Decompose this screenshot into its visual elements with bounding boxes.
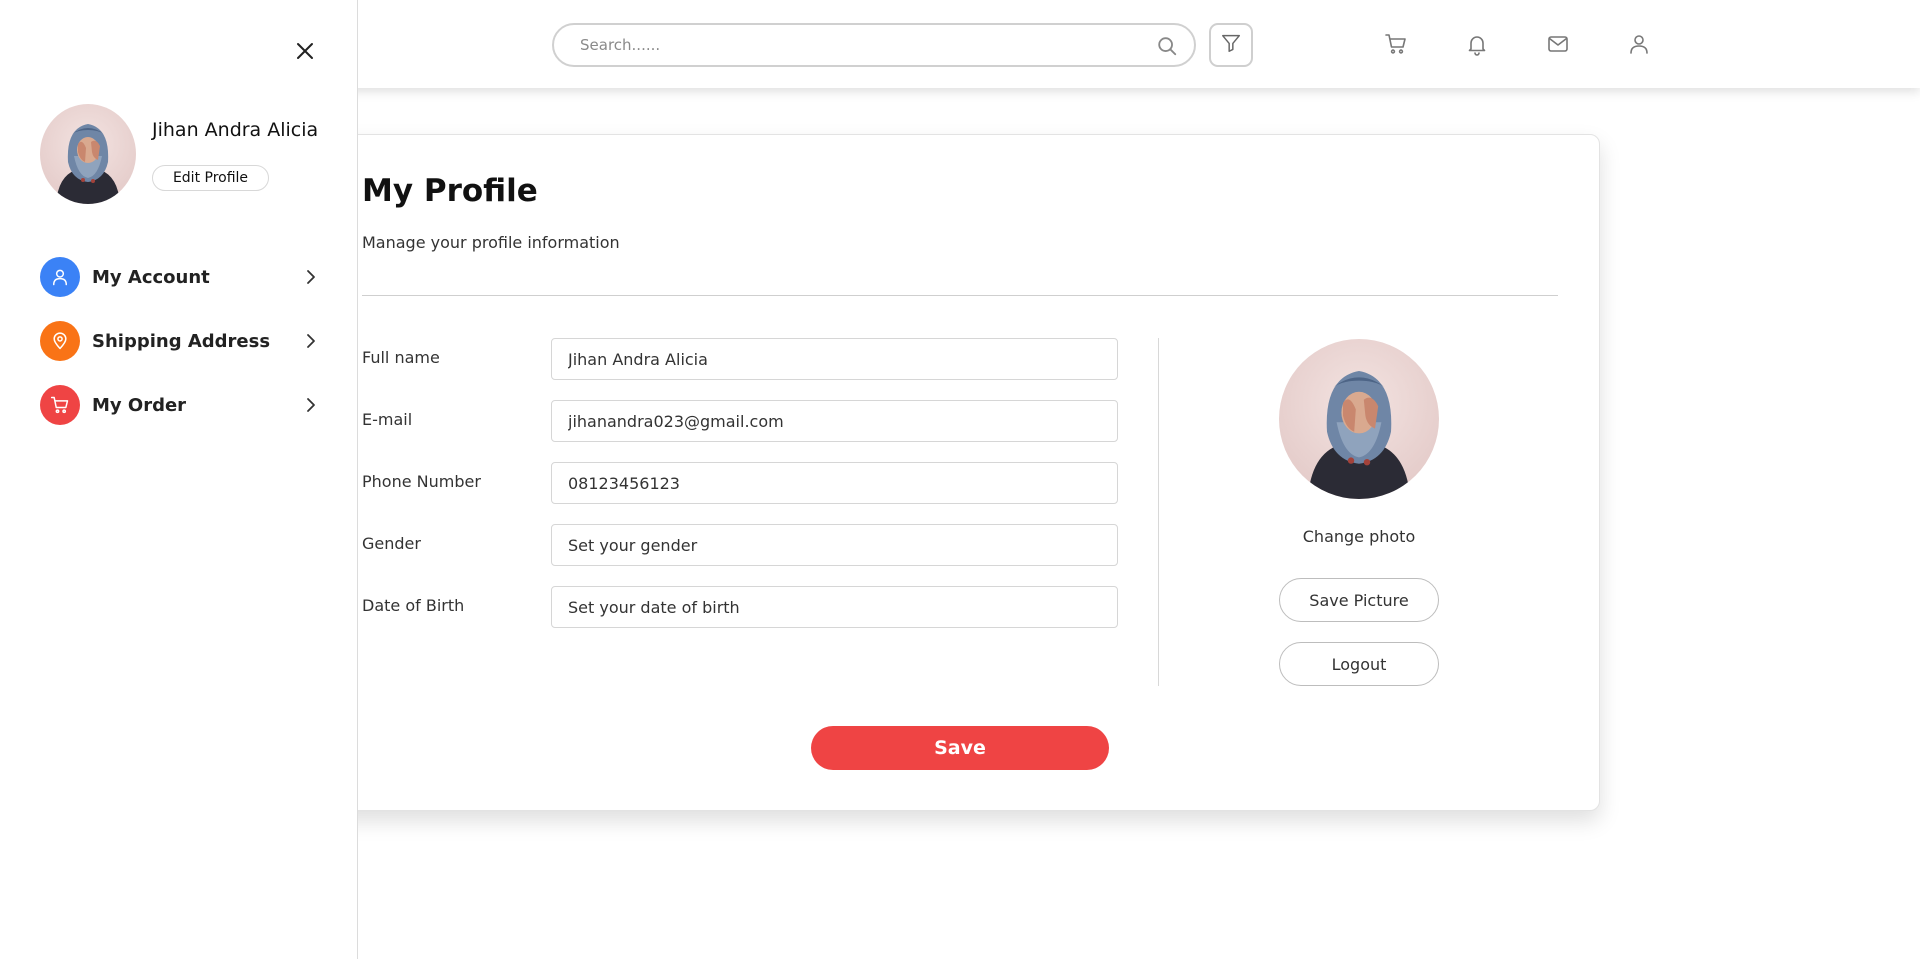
phone-field[interactable] [551, 462, 1118, 504]
full-name-field[interactable] [551, 338, 1118, 380]
divider [362, 295, 1558, 296]
change-photo-link[interactable]: Change photo [1279, 527, 1439, 546]
search-input[interactable] [580, 34, 1120, 56]
page-title: My Profile [362, 173, 538, 209]
chevron-right-icon [302, 332, 320, 350]
email-label: E-mail [362, 410, 413, 429]
close-button[interactable] [292, 40, 318, 66]
phone-label: Phone Number [362, 472, 481, 491]
sidebar-avatar [40, 104, 136, 204]
filter-icon [1220, 32, 1242, 58]
chevron-right-icon [302, 396, 320, 414]
save-button[interactable]: Save [811, 726, 1109, 770]
chevron-right-icon [302, 268, 320, 286]
logout-button[interactable]: Logout [1279, 642, 1439, 686]
email-field[interactable] [551, 400, 1118, 442]
profile-avatar [1279, 339, 1439, 499]
cart-icon[interactable] [1383, 31, 1409, 57]
sidebar-item-label: My Order [92, 394, 187, 416]
sidebar-user-name: Jihan Andra Alicia [152, 119, 319, 141]
sidebar-item-my-account[interactable]: My Account [40, 257, 320, 297]
dob-field[interactable] [551, 586, 1118, 628]
close-icon [295, 41, 315, 65]
user-icon[interactable] [1626, 31, 1652, 57]
mail-icon[interactable] [1545, 31, 1571, 57]
user-icon [40, 257, 80, 297]
save-picture-button[interactable]: Save Picture [1279, 578, 1439, 622]
gender-field[interactable] [551, 524, 1118, 566]
vertical-divider [1158, 338, 1159, 686]
sidebar-item-shipping-address[interactable]: Shipping Address [40, 321, 320, 361]
dob-label: Date of Birth [362, 596, 465, 615]
filter-button[interactable] [1209, 23, 1253, 67]
sidebar-item-label: Shipping Address [92, 330, 271, 352]
edit-profile-button[interactable]: Edit Profile [152, 165, 269, 191]
page-subtitle: Manage your profile information [362, 233, 620, 252]
search-bar [552, 23, 1196, 67]
cart-icon [40, 385, 80, 425]
search-icon[interactable] [1156, 35, 1178, 57]
full-name-label: Full name [362, 348, 440, 367]
sidebar-item-my-order[interactable]: My Order [40, 385, 320, 425]
bell-icon[interactable] [1464, 31, 1490, 57]
location-pin-icon [40, 321, 80, 361]
gender-label: Gender [362, 534, 421, 553]
sidebar-drawer: Jihan Andra Alicia Edit Profile My Accou… [0, 0, 358, 959]
sidebar-item-label: My Account [92, 266, 210, 288]
